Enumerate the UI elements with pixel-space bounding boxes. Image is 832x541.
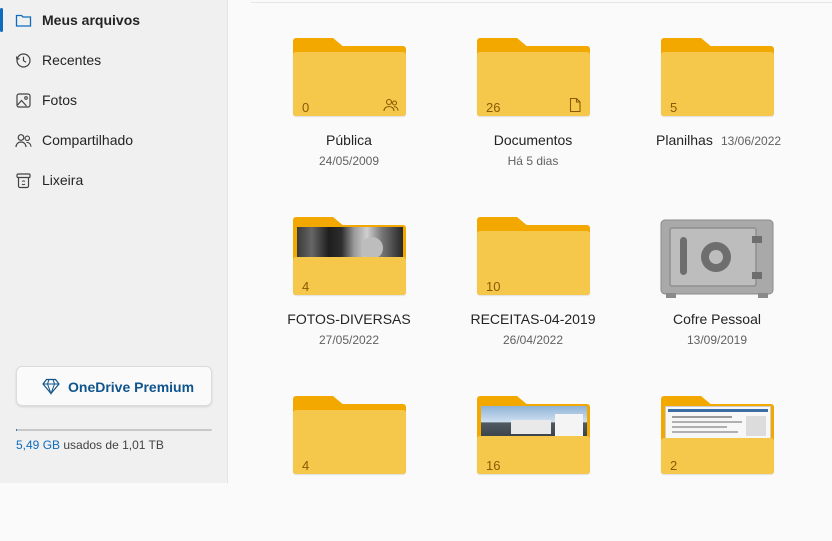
folder-tile-receitas[interactable]: 10 RECEITAS-04-2019 26/04/2022 bbox=[442, 217, 612, 362]
storage-bar-fill bbox=[16, 429, 17, 431]
item-count: 4 bbox=[302, 458, 310, 473]
file-grid: 0 Pública 24/05/2009 26 Documentos Há 5 … bbox=[229, 0, 832, 483]
file-name: Pública bbox=[326, 132, 372, 148]
folder-tile-publica[interactable]: 0 Pública 24/05/2009 bbox=[258, 38, 428, 183]
vault-tile-cofre-pessoal[interactable]: Cofre Pessoal 13/09/2019 bbox=[626, 217, 796, 362]
sidebar-item-label: Meus arquivos bbox=[42, 12, 141, 28]
sidebar-item-compartilhado[interactable]: Compartilhado bbox=[0, 122, 228, 158]
sidebar: Meus arquivos Recentes Fotos Compartilha… bbox=[0, 0, 228, 483]
image-icon bbox=[16, 93, 31, 108]
folder-tile-documentos[interactable]: 26 Documentos Há 5 dias bbox=[442, 38, 612, 183]
folder-icon: 16 bbox=[477, 396, 590, 476]
item-count: 2 bbox=[670, 458, 678, 473]
folder-icon: 26 bbox=[477, 38, 590, 118]
storage-used-link[interactable]: 5,49 GB bbox=[16, 438, 60, 452]
onedrive-premium-button[interactable]: OneDrive Premium bbox=[16, 366, 212, 406]
file-date: Há 5 dias bbox=[507, 154, 559, 168]
sidebar-item-fotos[interactable]: Fotos bbox=[0, 82, 228, 118]
diamond-icon bbox=[42, 378, 60, 395]
item-count: 26 bbox=[486, 100, 501, 115]
vault-icon bbox=[660, 219, 774, 298]
file-date: 13/09/2019 bbox=[686, 333, 748, 347]
folder-tile-row3-3[interactable]: 2 bbox=[626, 396, 796, 541]
folder-icon: 10 bbox=[477, 217, 590, 297]
folder-tile-row3-1[interactable]: 4 bbox=[258, 396, 428, 541]
sidebar-item-label: Fotos bbox=[42, 92, 78, 108]
sidebar-item-label: Compartilhado bbox=[42, 132, 134, 148]
document-thumbnail bbox=[665, 406, 771, 442]
premium-label: OneDrive Premium bbox=[68, 379, 195, 395]
item-count: 5 bbox=[670, 100, 678, 115]
people-icon bbox=[15, 134, 32, 148]
people-icon bbox=[383, 98, 399, 112]
folder-icon: 0 bbox=[293, 38, 406, 118]
folder-tile-planilhas[interactable]: 5 Planilhas 13/06/2022 bbox=[626, 38, 796, 183]
folder-icon: 4 bbox=[293, 396, 406, 476]
sidebar-item-lixeira[interactable]: Lixeira bbox=[0, 162, 228, 198]
storage-bar bbox=[16, 429, 212, 431]
file-name: RECEITAS-04-2019 bbox=[470, 311, 596, 327]
file-date: 26/04/2022 bbox=[502, 333, 564, 347]
history-icon bbox=[15, 53, 31, 68]
folder-icon: 2 bbox=[661, 396, 774, 476]
file-date: 24/05/2009 bbox=[318, 154, 380, 168]
folder-icon bbox=[15, 14, 32, 27]
folder-tile-fotos-diversas[interactable]: 4 FOTOS-DIVERSAS 27/05/2022 bbox=[258, 217, 428, 362]
item-count: 0 bbox=[302, 100, 310, 115]
storage-total-label: usados de 1,01 TB bbox=[60, 438, 164, 452]
file-name: Cofre Pessoal bbox=[673, 311, 761, 327]
file-date: 27/05/2022 bbox=[318, 333, 380, 347]
file-name: Planilhas bbox=[656, 132, 713, 148]
folder-icon: 4 bbox=[293, 217, 406, 297]
trash-icon bbox=[16, 173, 31, 189]
folder-icon: 5 bbox=[661, 38, 774, 118]
file-name: Documentos bbox=[493, 132, 573, 148]
sidebar-item-label: Lixeira bbox=[42, 172, 84, 188]
sidebar-item-meus-arquivos[interactable]: Meus arquivos bbox=[0, 2, 228, 38]
divider bbox=[251, 2, 832, 3]
sidebar-item-label: Recentes bbox=[42, 52, 102, 68]
item-count: 10 bbox=[486, 279, 501, 294]
document-icon bbox=[569, 97, 581, 113]
storage-text: 5,49 GB usados de 1,01 TB bbox=[16, 438, 164, 452]
item-count: 4 bbox=[302, 279, 310, 294]
folder-tile-row3-2[interactable]: 16 bbox=[442, 396, 612, 541]
file-date: 13/06/2022 bbox=[721, 134, 782, 148]
file-name: FOTOS-DIVERSAS bbox=[287, 311, 411, 327]
item-count: 16 bbox=[486, 458, 501, 473]
sidebar-item-recentes[interactable]: Recentes bbox=[0, 42, 228, 78]
